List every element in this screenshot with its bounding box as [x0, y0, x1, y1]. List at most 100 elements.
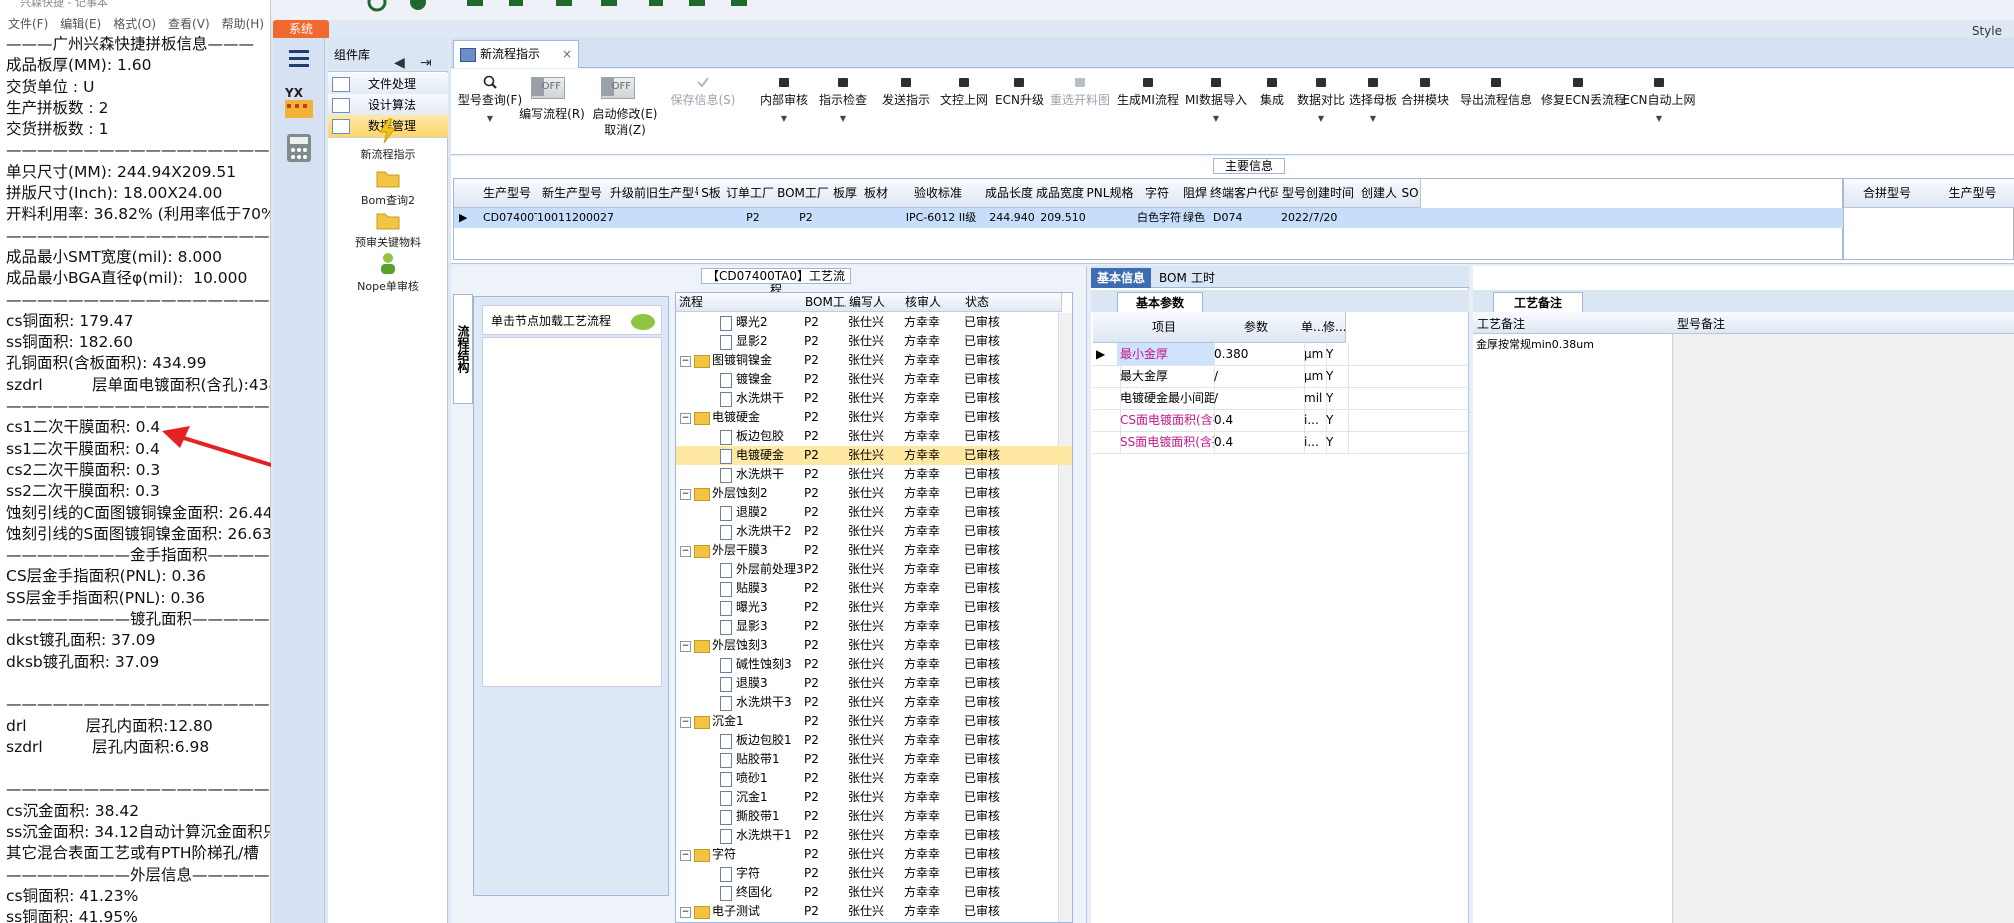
- tree-row[interactable]: 水洗烘干2 P2 张仕兴 方幸幸 已审核: [676, 522, 1072, 541]
- column-header[interactable]: PNL规格: [1086, 179, 1135, 208]
- table-cell[interactable]: P2: [724, 208, 779, 228]
- toolbar-button[interactable]: 导出流程信息: [1455, 69, 1537, 108]
- tree-row[interactable]: 退膜2 P2 张仕兴 方幸幸 已审核: [676, 503, 1072, 522]
- tree-row[interactable]: 板边包胶 P2 张仕兴 方幸幸 已审核: [676, 427, 1072, 446]
- toolbar-button[interactable]: 发送指示: [879, 69, 933, 108]
- column-header[interactable]: 项目: [1117, 312, 1212, 343]
- toolbar-button[interactable]: ECN自动上网 ▼: [1619, 69, 1699, 123]
- tree-row[interactable]: 撕胶带1 P2 张仕兴 方幸幸 已审核: [676, 807, 1072, 826]
- quick-access-icons[interactable]: [271, 0, 871, 20]
- param-value[interactable]: /: [1211, 387, 1305, 409]
- close-icon[interactable]: ×: [562, 41, 572, 67]
- column-header[interactable]: BOM工厂: [802, 293, 850, 312]
- table-cell[interactable]: 10011200027006: [534, 208, 613, 228]
- tab-new-process-instruction[interactable]: 新流程指示 ×: [453, 40, 579, 68]
- tab-basic-info[interactable]: 基本信息: [1091, 268, 1152, 288]
- collapse-icon[interactable]: −: [680, 546, 691, 557]
- tree-row[interactable]: 水洗烘干3 P2 张仕兴 方幸幸 已审核: [676, 693, 1072, 712]
- table-row[interactable]: CS面电镀面积(含孔)0.4i...Y: [1093, 409, 1469, 432]
- component-tool[interactable]: 新流程指示: [328, 118, 448, 162]
- collapse-icon[interactable]: −: [680, 850, 691, 861]
- table-cell[interactable]: [610, 208, 701, 228]
- hamburger-menu-icon[interactable]: [281, 44, 317, 80]
- column-header[interactable]: 流程: [676, 293, 806, 312]
- column-header[interactable]: 板厚: [830, 179, 861, 208]
- column-header[interactable]: SO: [1400, 179, 1421, 208]
- table-cell[interactable]: 白色字符: [1134, 208, 1183, 228]
- menu-item[interactable]: 编辑(E): [60, 15, 101, 32]
- toolbar-button[interactable]: 合拼模块: [1401, 69, 1449, 108]
- tree-row[interactable]: − 图镀铜镍金 P2 张仕兴 方幸幸 已审核: [676, 351, 1072, 370]
- tree-row[interactable]: − 电镀硬金 P2 张仕兴 方幸幸 已审核: [676, 408, 1072, 427]
- model-remark-area[interactable]: [1673, 334, 2014, 923]
- tree-row[interactable]: 沉金1 P2 张仕兴 方幸幸 已审核: [676, 788, 1072, 807]
- column-header[interactable]: 验收标准: [892, 179, 985, 208]
- system-tab[interactable]: 系统: [273, 20, 329, 38]
- param-value[interactable]: 0.380: [1211, 343, 1305, 365]
- tree-row[interactable]: 镀镍金 P2 张仕兴 方幸幸 已审核: [676, 370, 1072, 389]
- table-cell[interactable]: 绿色: [1180, 208, 1213, 228]
- column-header[interactable]: 成品宽度: [1034, 179, 1087, 208]
- column-header[interactable]: 阻焊: [1180, 179, 1211, 208]
- table-row[interactable]: SS面电镀面积(含孔)0.4i...Y: [1093, 431, 1469, 454]
- collapse-icon[interactable]: −: [680, 641, 691, 652]
- param-value[interactable]: 0.4: [1211, 431, 1305, 453]
- column-header[interactable]: 状态: [962, 293, 1062, 312]
- component-library-item[interactable]: 文件处理: [328, 73, 448, 96]
- component-tool[interactable]: 预审关键物料: [328, 206, 448, 250]
- column-header[interactable]: 成品长度: [984, 179, 1035, 208]
- table-cell[interactable]: P2: [776, 208, 833, 228]
- column-header[interactable]: 修...: [1323, 312, 1346, 343]
- yx-factory-icon[interactable]: YX: [281, 84, 317, 120]
- column-header[interactable]: 升级前旧生产型号: [610, 179, 699, 208]
- toolbar-button[interactable]: 集成: [1251, 69, 1293, 108]
- column-header[interactable]: 参数: [1211, 312, 1302, 343]
- node-hint[interactable]: 单击节点加载工艺流程: [482, 305, 662, 335]
- toolbar-button[interactable]: 指示检查 ▼: [815, 69, 871, 123]
- collapse-icon[interactable]: −: [680, 356, 691, 367]
- tab-work-hours[interactable]: 工时: [1185, 268, 1221, 288]
- toolbar-button[interactable]: ECN升级: [995, 69, 1044, 108]
- column-header[interactable]: 型号创建时间: [1278, 179, 1359, 208]
- table-cell[interactable]: IPC-6012 II级: [892, 208, 987, 228]
- component-tool[interactable]: Nope单审核: [328, 250, 448, 294]
- menu-item[interactable]: 格式(O): [113, 15, 156, 32]
- table-cell[interactable]: D074: [1210, 208, 1281, 228]
- column-header[interactable]: 单...: [1301, 312, 1324, 343]
- toolbar-button[interactable]: 文控上网: [937, 69, 991, 108]
- column-header[interactable]: 型号备注: [1677, 315, 1725, 332]
- collapse-icon[interactable]: −: [680, 489, 691, 500]
- save-info-button[interactable]: 保存信息(S): [667, 69, 739, 108]
- tree-row[interactable]: 板边包胶1 P2 张仕兴 方幸幸 已审核: [676, 731, 1072, 750]
- component-library-item[interactable]: 设计算法: [328, 94, 448, 117]
- tree-row[interactable]: − 外层蚀刻3 P2 张仕兴 方幸幸 已审核: [676, 636, 1072, 655]
- table-cell[interactable]: [1358, 208, 1403, 228]
- tab-process-remark[interactable]: 工艺备注: [1493, 292, 1583, 312]
- toolbar-button[interactable]: 内部审核 ▼: [757, 69, 811, 123]
- tree-row[interactable]: 曝光3 P2 张仕兴 方幸幸 已审核: [676, 598, 1072, 617]
- table-cell[interactable]: [860, 208, 895, 228]
- tab-process-structure[interactable]: 流程结构: [453, 294, 473, 404]
- column-header[interactable]: 创建人: [1358, 179, 1401, 208]
- tree-row[interactable]: − 沉金1 P2 张仕兴 方幸幸 已审核: [676, 712, 1072, 731]
- table-row[interactable]: 电镀硬金最小间距 / mil Y: [1093, 387, 1469, 410]
- tree-row[interactable]: 曝光2 P2 张仕兴 方幸幸 已审核: [676, 313, 1072, 332]
- tree-row[interactable]: 电镀硬金 P2 张仕兴 方幸幸 已审核: [676, 446, 1072, 465]
- toolbar-button[interactable]: 选择母板 ▼: [1349, 69, 1397, 123]
- column-header[interactable]: 合拼型号: [1844, 179, 1931, 208]
- style-menu[interactable]: Style: [1972, 24, 2002, 38]
- tree-row[interactable]: 水洗烘干1 P2 张仕兴 方幸幸 已审核: [676, 826, 1072, 845]
- toolbar-button[interactable]: 生成MI流程: [1117, 69, 1179, 108]
- tree-row[interactable]: 水洗烘干 P2 张仕兴 方幸幸 已审核: [676, 389, 1072, 408]
- tree-row[interactable]: 贴胶带1 P2 张仕兴 方幸幸 已审核: [676, 750, 1072, 769]
- column-header[interactable]: 工艺备注: [1477, 315, 1525, 332]
- param-value[interactable]: 0.4: [1211, 409, 1305, 431]
- menu-item[interactable]: 文件(F): [8, 15, 48, 32]
- column-header[interactable]: BOM工厂: [776, 179, 831, 208]
- tree-row[interactable]: 退膜3 P2 张仕兴 方幸幸 已审核: [676, 674, 1072, 693]
- tree-row[interactable]: 喷砂1 P2 张仕兴 方幸幸 已审核: [676, 769, 1072, 788]
- write-process-toggle[interactable]: OFF: [531, 77, 565, 99]
- tree-row[interactable]: − 字符 P2 张仕兴 方幸幸 已审核: [676, 845, 1072, 864]
- table-cell[interactable]: CD07400TA0: [480, 208, 537, 228]
- column-header[interactable]: 编写人: [846, 293, 906, 312]
